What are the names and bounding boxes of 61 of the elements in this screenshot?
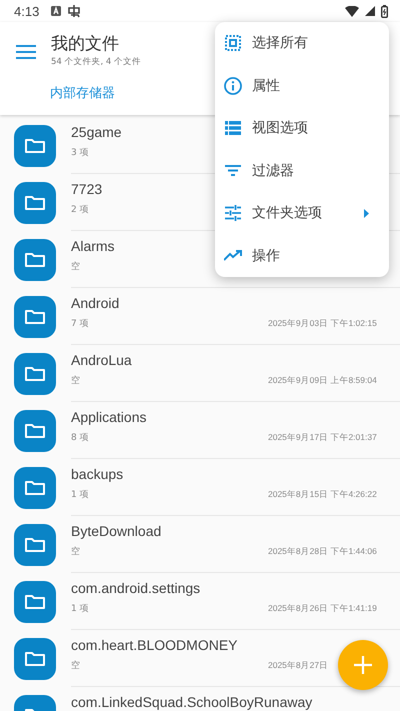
folder-name[interactable]: 7723 <box>71 181 102 197</box>
menu-item[interactable]: 文件夹选项 <box>215 192 389 234</box>
item-count: 8 项 <box>71 432 89 444</box>
filter-icon <box>224 165 242 176</box>
folder-icon <box>14 124 56 166</box>
item-count: 空 <box>71 260 80 273</box>
folder-name[interactable]: Alarms <box>71 238 115 254</box>
tune-icon <box>224 205 242 222</box>
modified-date: 2025年8月26日 下午1:41:19 <box>268 603 377 615</box>
folder-name[interactable]: Android <box>71 295 120 311</box>
modified-date: 2025年8月15日 下午4:26:22 <box>268 489 377 501</box>
folder-name[interactable]: com.LinkedSquad.SchoolBoyRunaway <box>71 694 312 710</box>
folder-name[interactable]: ByteDownload <box>71 523 162 539</box>
notification-icon <box>51 6 62 16</box>
item-count: 空 <box>71 546 80 558</box>
item-count: 1 项 <box>71 489 89 501</box>
folder-name[interactable]: AndroLua <box>71 352 132 368</box>
menu-item[interactable]: 操作 <box>215 234 389 277</box>
signal-icon <box>365 6 375 16</box>
screen-title: 我的文件 <box>51 33 120 55</box>
folder-icon <box>14 410 56 452</box>
folder-count: 54 个文件夹, 4 个文件 <box>51 56 142 68</box>
menu-icon[interactable] <box>16 45 36 59</box>
select-all-icon <box>224 35 242 52</box>
menu-item[interactable]: 属性 <box>215 64 389 107</box>
folder-icon <box>14 580 56 622</box>
menu-item[interactable]: 视图选项 <box>215 107 389 150</box>
modified-date: 2025年8月28日 下午1:44:06 <box>268 546 377 558</box>
item-count: 1 项 <box>71 603 89 615</box>
trend-icon <box>224 250 242 262</box>
add-button[interactable] <box>338 640 388 690</box>
breadcrumb-link[interactable]: 内部存储器 <box>50 84 115 102</box>
wifi-icon <box>345 6 359 16</box>
folder-name[interactable]: Applications <box>71 409 146 425</box>
info-icon <box>224 76 242 95</box>
folder-icon <box>14 638 56 680</box>
status-time: 4:13 <box>14 4 40 18</box>
item-count: 7 项 <box>71 318 89 330</box>
item-count: 2 项 <box>71 204 89 216</box>
item-count: 空 <box>71 660 80 672</box>
menu-item[interactable]: 过滤器 <box>215 150 389 192</box>
modified-date: 2025年9月03日 下午1:02:15 <box>268 318 377 330</box>
folder-icon <box>14 238 56 280</box>
folder-icon <box>14 182 56 224</box>
folder-name[interactable]: com.android.settings <box>71 580 200 596</box>
folder-name[interactable]: backups <box>71 466 124 482</box>
battery-icon <box>381 4 388 18</box>
folder-icon <box>14 296 56 338</box>
plus-icon <box>353 655 373 675</box>
item-count: 空 <box>71 374 80 387</box>
modified-date: 2025年8月27日 <box>268 660 328 672</box>
modified-date: 2025年9月17日 下午2:01:37 <box>268 432 377 444</box>
folder-name[interactable]: com.heart.BLOODMONEY <box>71 637 238 653</box>
folder-name[interactable]: 25game <box>71 124 122 140</box>
folder-icon <box>14 466 56 508</box>
list-view-icon <box>224 121 242 136</box>
folder-icon <box>14 352 56 394</box>
modified-date: 2025年9月09日 上午8:59:04 <box>268 375 377 387</box>
folder-icon <box>14 524 56 566</box>
menu-item[interactable]: 选择所有 <box>215 22 389 64</box>
item-count: 3 项 <box>71 147 89 159</box>
